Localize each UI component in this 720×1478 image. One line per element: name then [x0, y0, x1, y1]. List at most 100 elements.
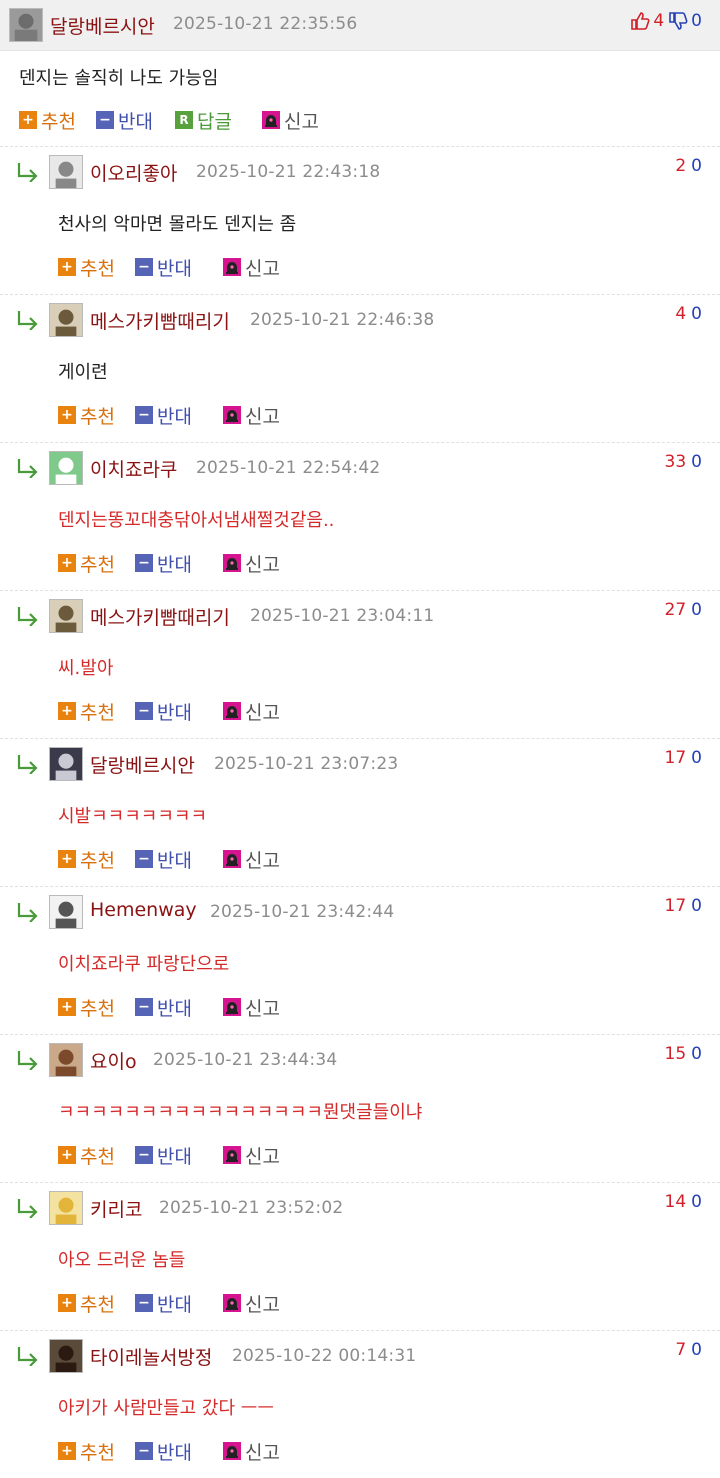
- oppose-button[interactable]: − 반대: [135, 994, 192, 1020]
- reply-date: 2025-10-21 23:07:23: [214, 754, 399, 774]
- minus-icon: −: [135, 998, 153, 1016]
- recommend-button[interactable]: + 추천: [58, 254, 115, 280]
- recommend-label: 추천: [80, 405, 115, 428]
- reply-up-count[interactable]: 17: [665, 748, 687, 768]
- reply-button[interactable]: R 답글: [175, 107, 232, 133]
- report-button[interactable]: 신고: [223, 254, 280, 280]
- reply-up-count[interactable]: 4: [675, 304, 686, 324]
- reply-text: 천사의 악마면 몰라도 덴지는 좀: [58, 214, 297, 235]
- reply-down-count[interactable]: 0: [691, 156, 702, 176]
- oppose-button[interactable]: − 반대: [135, 550, 192, 576]
- parent-up-count: 4: [653, 11, 665, 31]
- reply-up-count[interactable]: 33: [665, 452, 687, 472]
- reply-avatar[interactable]: [49, 451, 83, 485]
- thumbs-up-icon[interactable]: [630, 11, 650, 31]
- minus-icon: −: [135, 258, 153, 276]
- reply-nickname[interactable]: 메스가키빰때리기: [90, 307, 230, 334]
- reply-text: 아키가 사람만들고 갔다 ㅡㅡ: [58, 1398, 274, 1419]
- oppose-button[interactable]: − 반대: [135, 846, 192, 872]
- report-label: 신고: [245, 1293, 280, 1316]
- reply-nickname[interactable]: 타이레놀서방정: [90, 1343, 212, 1370]
- reply-action-bar: + 추천 − 반대 신고: [58, 550, 358, 576]
- plus-icon: +: [58, 1294, 76, 1312]
- reply-up-count[interactable]: 7: [675, 1340, 686, 1360]
- reply-date: 2025-10-21 22:46:38: [250, 310, 435, 330]
- oppose-button[interactable]: − 반대: [135, 254, 192, 280]
- report-label: 신고: [245, 849, 280, 872]
- recommend-button[interactable]: + 추천: [58, 1438, 115, 1464]
- parent-votes: 4 0: [630, 11, 702, 31]
- oppose-label: 반대: [157, 701, 192, 724]
- reply-nickname[interactable]: 이치죠라쿠: [90, 455, 177, 482]
- reply-action-bar: + 추천 − 반대 신고: [58, 1438, 358, 1464]
- thumbs-down-icon[interactable]: [668, 11, 688, 31]
- report-label: 신고: [245, 997, 280, 1020]
- report-button[interactable]: 신고: [223, 994, 280, 1020]
- reply-avatar[interactable]: [49, 599, 83, 633]
- siren-report-icon: [223, 1294, 241, 1312]
- reply-up-count[interactable]: 15: [665, 1044, 687, 1064]
- recommend-button[interactable]: + 추천: [58, 846, 115, 872]
- oppose-button[interactable]: − 반대: [135, 1290, 192, 1316]
- reply-avatar[interactable]: [49, 1043, 83, 1077]
- reply-avatar[interactable]: [49, 747, 83, 781]
- reply-down-count[interactable]: 0: [691, 1044, 702, 1064]
- reply-up-count[interactable]: 2: [675, 156, 686, 176]
- reply-avatar[interactable]: [49, 895, 83, 929]
- report-button[interactable]: 신고: [223, 1290, 280, 1316]
- report-button[interactable]: 신고: [262, 107, 319, 133]
- recommend-button[interactable]: + 추천: [58, 402, 115, 428]
- reply-comment-4: 메스가키빰때리기 2025-10-21 23:04:11 27 0 씨.발아 + …: [0, 590, 720, 738]
- reply-votes: 33 0: [665, 452, 702, 472]
- divider: [0, 1034, 720, 1035]
- siren-report-icon: [223, 850, 241, 868]
- recommend-button[interactable]: + 추천: [58, 550, 115, 576]
- reply-avatar[interactable]: [49, 1191, 83, 1225]
- reply-nickname[interactable]: 이오리좋아: [90, 159, 177, 186]
- oppose-button[interactable]: − 반대: [135, 698, 192, 724]
- reply-down-count[interactable]: 0: [691, 452, 702, 472]
- reply-nickname[interactable]: 요이o: [90, 1047, 137, 1074]
- oppose-button[interactable]: − 반대: [96, 107, 153, 133]
- reply-down-count[interactable]: 0: [691, 1192, 702, 1212]
- reply-avatar[interactable]: [49, 155, 83, 189]
- oppose-button[interactable]: − 반대: [135, 402, 192, 428]
- report-button[interactable]: 신고: [223, 550, 280, 576]
- reply-down-count[interactable]: 0: [691, 896, 702, 916]
- reply-up-count[interactable]: 27: [665, 600, 687, 620]
- siren-report-icon: [223, 998, 241, 1016]
- reply-arrow-icon: [16, 754, 40, 774]
- report-button[interactable]: 신고: [223, 1142, 280, 1168]
- reply-action-bar: + 추천 − 반대 신고: [58, 698, 358, 724]
- reply-text: 씨.발아: [58, 658, 114, 679]
- reply-nickname[interactable]: Hemenway: [90, 899, 197, 921]
- reply-avatar[interactable]: [49, 303, 83, 337]
- report-button[interactable]: 신고: [223, 846, 280, 872]
- recommend-button[interactable]: + 추천: [19, 107, 76, 133]
- reply-up-count[interactable]: 17: [665, 896, 687, 916]
- reply-down-count[interactable]: 0: [691, 600, 702, 620]
- recommend-button[interactable]: + 추천: [58, 1142, 115, 1168]
- report-button[interactable]: 신고: [223, 1438, 280, 1464]
- reply-up-count[interactable]: 14: [665, 1192, 687, 1212]
- parent-nickname[interactable]: 달랑베르시안: [50, 12, 155, 39]
- oppose-button[interactable]: − 반대: [135, 1142, 192, 1168]
- reply-text: 시발ㅋㅋㅋㅋㅋㅋㅋ: [58, 806, 208, 827]
- report-button[interactable]: 신고: [223, 698, 280, 724]
- parent-avatar[interactable]: [9, 8, 43, 42]
- reply-date: 2025-10-21 22:43:18: [196, 162, 381, 182]
- reply-nickname[interactable]: 메스가키빰때리기: [90, 603, 230, 630]
- reply-nickname[interactable]: 달랑베르시안: [90, 751, 195, 778]
- plus-icon: +: [58, 406, 76, 424]
- reply-down-count[interactable]: 0: [691, 1340, 702, 1360]
- report-button[interactable]: 신고: [223, 402, 280, 428]
- reply-avatar[interactable]: [49, 1339, 83, 1373]
- oppose-button[interactable]: − 반대: [135, 1438, 192, 1464]
- recommend-button[interactable]: + 추천: [58, 994, 115, 1020]
- reply-action-bar: + 추천 − 반대 신고: [58, 254, 358, 280]
- recommend-button[interactable]: + 추천: [58, 698, 115, 724]
- reply-nickname[interactable]: 키리코: [90, 1195, 142, 1222]
- recommend-button[interactable]: + 추천: [58, 1290, 115, 1316]
- reply-down-count[interactable]: 0: [691, 748, 702, 768]
- reply-down-count[interactable]: 0: [691, 304, 702, 324]
